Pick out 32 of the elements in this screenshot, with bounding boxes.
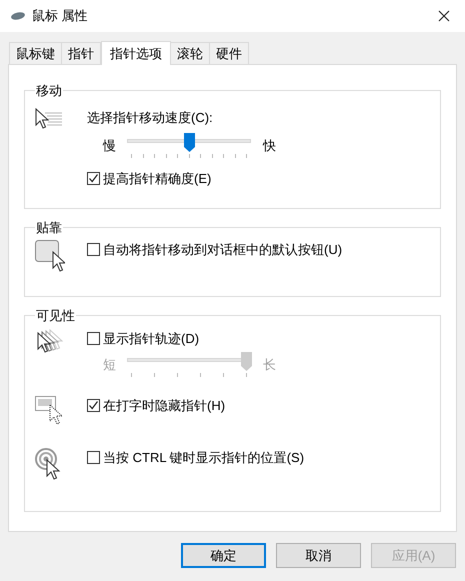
- speed-label: 选择指针移动速度(C):: [87, 108, 213, 127]
- checkbox[interactable]: [87, 332, 100, 345]
- checkbox[interactable]: [87, 450, 100, 464]
- slider-min-label: 慢: [103, 136, 117, 155]
- group-title: 移动: [35, 82, 63, 100]
- close-icon: [438, 10, 450, 22]
- slider-max-label: 长: [263, 356, 276, 374]
- slider[interactable]: [127, 132, 251, 158]
- dialog-button[interactable]: 取消: [276, 543, 361, 568]
- checkbox-label: 自动将指针移动到对话框中的默认按钮(U): [103, 240, 342, 259]
- group-title: 可见性: [35, 307, 76, 325]
- checkbox-label: 当按 CTRL 键时显示指针的位置(S): [103, 448, 304, 467]
- slider-thumb[interactable]: [184, 132, 195, 152]
- checkbox[interactable]: [87, 398, 100, 412]
- hidden-pointer-icon: [35, 396, 65, 426]
- checkbox-label: 在打字时隐藏指针(H): [103, 396, 226, 415]
- pointer-speed-icon: [35, 108, 63, 130]
- tab[interactable]: 鼠标键: [9, 42, 62, 64]
- tab[interactable]: 指针: [61, 42, 101, 64]
- pointer-on-button-icon: [35, 240, 65, 272]
- slider-max-label: 快: [263, 136, 276, 155]
- checkbox[interactable]: [87, 172, 100, 185]
- tab[interactable]: 指针选项: [101, 41, 171, 65]
- group-title: 贴靠: [35, 219, 63, 237]
- checkbox[interactable]: [87, 242, 100, 256]
- window-title: 鼠标 属性: [32, 7, 88, 26]
- mouse-icon: [11, 12, 25, 20]
- tab[interactable]: 硬件: [209, 42, 249, 64]
- checkbox-label: 提高指针精确度(E): [103, 170, 212, 188]
- checkbox-label: 显示指针轨迹(D): [103, 330, 200, 348]
- slider-min-label: 短: [103, 356, 117, 374]
- dialog-button[interactable]: 确定: [181, 543, 266, 568]
